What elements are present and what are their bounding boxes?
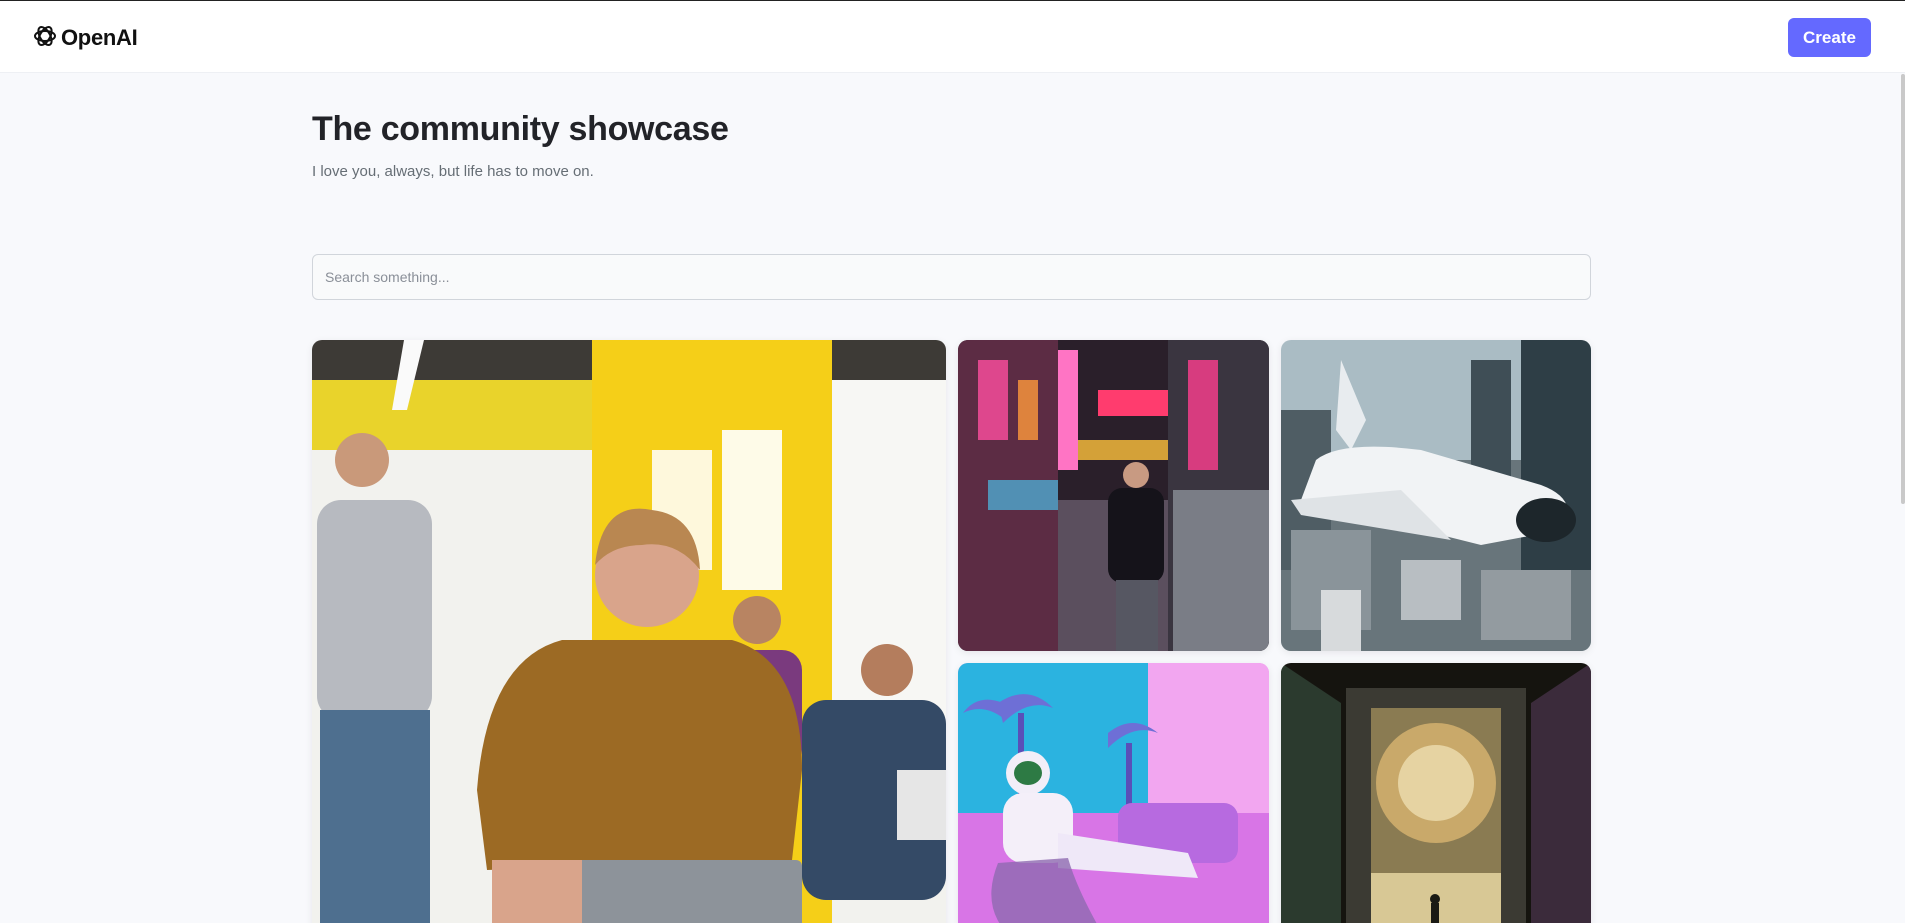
page-scrollbar[interactable] [1901,74,1905,504]
gallery-card-5[interactable] [1281,663,1591,923]
page-title: The community showcase [312,110,729,148]
logo-text: OpenAI [61,25,138,50]
page-subtitle: I love you, always, but life has to move… [312,163,594,180]
gallery-card-4[interactable] [958,663,1269,923]
space-shuttle-over-city-image [1281,340,1591,651]
openai-logo[interactable]: OpenAI [31,22,138,55]
create-button[interactable]: Create [1788,18,1871,57]
neon-street-man-walking-image [958,340,1269,651]
search-input[interactable] [312,254,1591,300]
gallery-card-2[interactable] [958,340,1269,651]
astronaut-lounging-pink-room-image [958,663,1269,923]
laughing-man-with-laptop-office-image [312,340,946,923]
gallery-card-3[interactable] [1281,340,1591,651]
gallery-card-1[interactable] [312,340,946,923]
openai-logo-icon [31,22,59,55]
portal-doorway-figure-image [1281,663,1591,923]
top-navbar: OpenAI Create [0,1,1905,73]
